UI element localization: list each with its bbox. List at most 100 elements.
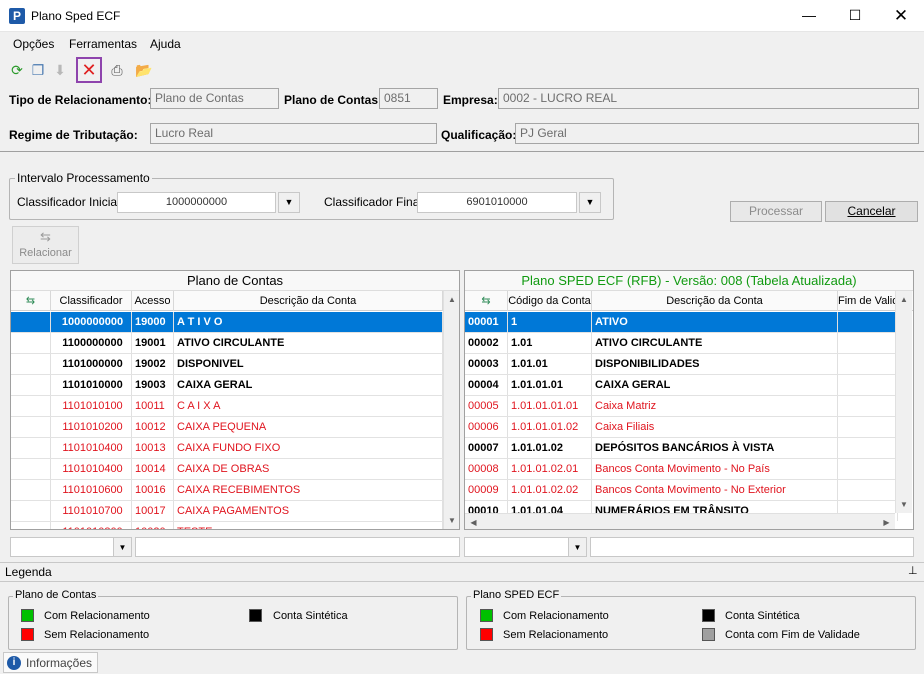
cell-descricao: ATIVO CIRCULANTE: [592, 333, 838, 353]
table-row[interactable]: 1101010200 10012 CAIXA PEQUENA: [11, 417, 443, 438]
legend-conta-sintetica: Conta Sintética: [725, 610, 800, 622]
col-acesso[interactable]: Acesso: [132, 291, 174, 311]
cell-codigo: 1.01: [508, 333, 592, 353]
table-row[interactable]: 1101010100 10011 C A I X A: [11, 396, 443, 417]
cell-classificador: 1101000000: [51, 354, 132, 374]
col-classificador[interactable]: Classificador: [51, 291, 132, 311]
download-icon[interactable]: ⬇: [50, 60, 70, 80]
left-filter-dropdown[interactable]: ▼: [113, 537, 132, 557]
relacionar-button[interactable]: ⇆ Relacionar: [12, 226, 79, 264]
informacoes-tab[interactable]: i Informações: [3, 652, 98, 673]
table-row[interactable]: 00007 1.01.01.02 DEPÓSITOS BANCÁRIOS À VIS…: [465, 438, 898, 459]
cell-descricao: Bancos Conta Movimento - No Exterior: [592, 480, 838, 500]
table-row[interactable]: 00001 1 ATIVO: [465, 312, 898, 333]
sped-ecf-hscroll[interactable]: ◀ ▶: [465, 513, 895, 529]
right-filter-dropdown[interactable]: ▼: [568, 537, 587, 557]
minimize-button[interactable]: —: [786, 0, 832, 31]
scroll-right-arrow[interactable]: ▶: [878, 514, 895, 529]
empresa-field: 0002 - LUCRO REAL: [498, 88, 919, 109]
cell-fim-validade: [838, 438, 898, 458]
legenda-plano-contas-group: [8, 596, 458, 650]
swatch-conta-sintetica: [702, 609, 715, 622]
cell-codigo: 1: [508, 312, 592, 332]
menu-ajuda[interactable]: Ajuda: [150, 37, 181, 51]
row-indicator: [11, 312, 51, 332]
table-row[interactable]: 00009 1.01.01.02.02 Bancos Conta Movimento…: [465, 480, 898, 501]
right-filter-input[interactable]: [590, 537, 914, 557]
table-row[interactable]: 110101080010020TESTE: [11, 522, 443, 529]
col-descricao-conta[interactable]: Descrição da Conta: [592, 291, 838, 311]
sped-ecf-grid: Plano SPED ECF (RFB) - Versão: 008 (Tabe…: [464, 270, 914, 530]
refresh-icon[interactable]: ⟳: [7, 60, 27, 80]
cell-descricao: CAIXA DE OBRAS: [174, 459, 443, 479]
scroll-down-arrow[interactable]: ▼: [444, 512, 459, 529]
table-row[interactable]: 00002 1.01 ATIVO CIRCULANTE: [465, 333, 898, 354]
row-indicator: [11, 459, 51, 479]
classificador-inicial-dropdown[interactable]: ▼: [278, 192, 300, 213]
menu-ferramentas[interactable]: Ferramentas: [69, 37, 137, 51]
scroll-up-arrow[interactable]: ▲: [896, 291, 912, 308]
table-row[interactable]: 1101010400 10014 CAIXA DE OBRAS: [11, 459, 443, 480]
table-row[interactable]: 00005 1.01.01.01.01 Caixa Matriz: [465, 396, 898, 417]
classificador-final-input[interactable]: 6901010000: [417, 192, 577, 213]
table-row[interactable]: 00006 1.01.01.01.02 Caixa Filiais: [465, 417, 898, 438]
cell-acesso: 10014: [132, 459, 174, 479]
cell-descricao: DISPONIVEL: [174, 354, 443, 374]
sped-ecf-vscroll[interactable]: ▲ ▼: [895, 291, 912, 513]
regime-tributacao-label: Regime de Tributação:: [9, 128, 138, 142]
empresa-label: Empresa:: [443, 93, 498, 107]
table-row[interactable]: 00003 1.01.01 DISPONIBILIDADES: [465, 354, 898, 375]
scroll-up-arrow[interactable]: ▲: [444, 291, 459, 308]
table-row[interactable]: 1101000000 19002 DISPONIVEL: [11, 354, 443, 375]
cell-fim-validade: [838, 417, 898, 437]
table-row[interactable]: 1101010000 19003 CAIXA GERAL: [11, 375, 443, 396]
plano-contas-vscroll[interactable]: ▲ ▼: [443, 291, 459, 529]
classificador-final-dropdown[interactable]: ▼: [579, 192, 601, 213]
cell-descricao: DISPONIBILIDADES: [592, 354, 838, 374]
print-icon[interactable]: ⎙: [107, 60, 127, 80]
regime-tributacao-field: Lucro Real: [150, 123, 437, 144]
col-descricao[interactable]: Descrição da Conta: [174, 291, 443, 311]
cell-numero: 00007: [465, 438, 508, 458]
table-row[interactable]: 1100000000 19001 ATIVO CIRCULANTE: [11, 333, 443, 354]
delete-icon[interactable]: ✕: [76, 57, 102, 83]
scroll-down-arrow[interactable]: ▼: [896, 496, 912, 513]
cell-numero: 00005: [465, 396, 508, 416]
cell-descricao: ATIVO: [592, 312, 838, 332]
legend-sem-relacionamento: Sem Relacionamento: [503, 629, 609, 641]
open-folder-icon[interactable]: 📂: [134, 60, 154, 80]
table-row[interactable]: 1000000000 19000 A T I V O: [11, 312, 443, 333]
cell-fim-validade: [838, 480, 898, 500]
processar-button[interactable]: Processar: [730, 201, 822, 222]
cell-codigo: 1.01.01: [508, 354, 592, 374]
copy-icon[interactable]: ❐: [28, 60, 48, 80]
window-title: Plano Sped ECF: [31, 9, 121, 23]
table-row[interactable]: 00008 1.01.01.02.01 Bancos Conta Movimento…: [465, 459, 898, 480]
qualificacao-field: PJ Geral: [515, 123, 919, 144]
left-filter-input[interactable]: [135, 537, 460, 557]
legenda-sped-group: [466, 596, 916, 650]
cell-fim-validade: [838, 375, 898, 395]
table-row[interactable]: 1101010400 10013 CAIXA FUNDO FIXO: [11, 438, 443, 459]
menu-opcoes[interactable]: Opções: [13, 37, 54, 51]
table-row[interactable]: 1101010600 10016 CAIXA RECEBIMENTOS: [11, 480, 443, 501]
cell-classificador: 1101010400: [51, 438, 132, 458]
cell-descricao: Caixa Filiais: [592, 417, 838, 437]
maximize-button[interactable]: ☐: [832, 0, 878, 31]
row-indicator: [11, 375, 51, 395]
cancelar-button[interactable]: Cancelar: [825, 201, 918, 222]
cell-codigo: 1.01.01.02.01: [508, 459, 592, 479]
table-row[interactable]: 1101010700 10017 CAIXA PAGAMENTOS: [11, 501, 443, 522]
close-window-button[interactable]: ✕: [878, 0, 924, 31]
pin-icon[interactable]: ⊥: [908, 564, 918, 577]
scroll-left-arrow[interactable]: ◀: [465, 514, 482, 529]
plano-contas-grid: Plano de Contas ⇆ Classificador Acesso D…: [10, 270, 460, 530]
classificador-inicial-input[interactable]: 1000000000: [117, 192, 276, 213]
tipo-relacionamento-label: Tipo de Relacionamento:: [9, 93, 152, 107]
info-icon: i: [7, 656, 21, 670]
cell-classificador: 1101010800: [51, 522, 132, 529]
col-codigo-conta[interactable]: Código da Conta: [508, 291, 592, 311]
col-fim-validade[interactable]: Fim de Valid: [838, 291, 898, 311]
table-row[interactable]: 00004 1.01.01.01 CAIXA GERAL: [465, 375, 898, 396]
cell-acesso: 10016: [132, 480, 174, 500]
